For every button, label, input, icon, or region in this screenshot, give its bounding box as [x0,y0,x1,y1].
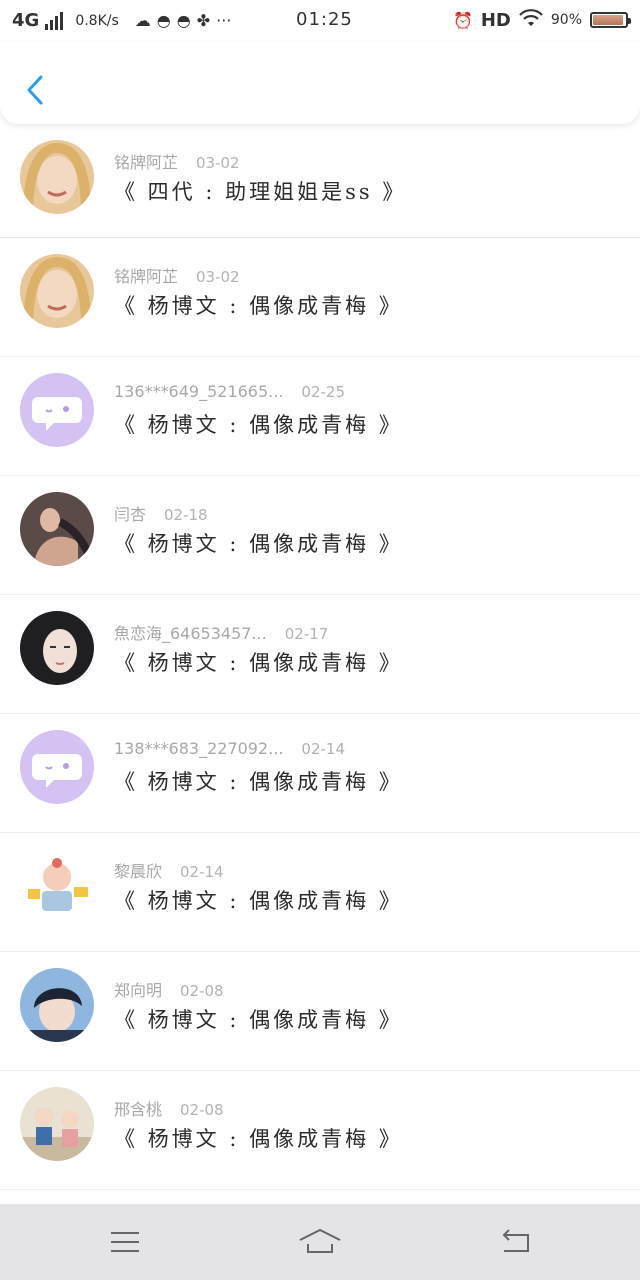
avatar[interactable] [20,1087,94,1161]
network-type: 4G [12,10,40,31]
battery-icon [590,12,631,28]
notification-icons: ☁ ◓ ◓ ✤ ··· [135,11,232,30]
item-meta: 邢含桃 02-08 [114,1096,224,1120]
qq-icon: ◓ [156,11,171,30]
cloud-icon: ☁ [134,11,151,30]
avatar[interactable] [20,140,94,214]
fan-icon: ✤ [196,11,211,30]
avatar[interactable] [20,730,94,804]
item-date: 02-14 [180,863,224,881]
item-date: 03-02 [196,268,240,286]
item-meta: 136***649_521665... 02-25 [114,382,345,401]
book-title: 《 杨博文 : 偶像成青梅 》 [114,294,403,318]
book-title: 《 杨博文 : 偶像成青梅 》 [114,1008,403,1032]
item-date: 02-18 [164,506,208,524]
list-item[interactable]: 136***649_521665... 02-25 《 杨博文 : 偶像成青梅 … [0,357,640,476]
list-item[interactable]: 铭牌阿芷 03-02 《 四代 : 助理姐姐是ss 》 [0,124,640,238]
back-button[interactable] [20,70,50,110]
user-name: 铭牌阿芷 [114,267,179,286]
user-name: 魚恋海_64653457... [114,624,267,643]
item-date: 02-14 [301,740,346,758]
user-name: 闫杏 [114,505,147,524]
chevron-left-icon [27,75,43,105]
status-left: 4G 0.8K/s ☁ ◓ ◓ ✤ ··· [12,10,231,31]
list-item[interactable]: 闫杏 02-18 《 杨博文 : 偶像成青梅 》 [0,476,640,595]
user-name: 郑向明 [114,981,163,1000]
item-meta: 闫杏 02-18 [114,501,208,525]
clock: 01:25 [296,9,353,30]
wifi-icon [519,9,543,31]
more-icon: ··· [216,11,232,30]
item-date: 03-02 [196,154,240,172]
item-meta: 铭牌阿芷 03-02 [114,149,240,173]
item-meta: 黎晨欣 02-14 [114,858,224,882]
user-name: 136***649_521665... [114,382,284,401]
item-date: 02-17 [284,625,329,643]
item-date: 02-25 [301,383,346,401]
home-button[interactable] [298,1224,342,1260]
hd-indicator: HD [480,9,511,31]
qq-icon: ◓ [176,11,191,30]
item-meta: 郑向明 02-08 [114,977,224,1001]
item-meta: 铭牌阿芷 03-02 [114,263,240,287]
item-date: 02-08 [180,982,224,1000]
avatar[interactable] [20,254,94,328]
user-name: 138***683_227092... [114,739,284,758]
list-item[interactable]: 魚恋海_64653457... 02-17 《 杨博文 : 偶像成青梅 》 [0,595,640,714]
list-item[interactable]: 邢含桃 02-08 《 杨博文 : 偶像成青梅 》 [0,1071,640,1190]
status-bar: 4G 0.8K/s ☁ ◓ ◓ ✤ ··· 01:25 ⏰ HD 90% [0,0,640,42]
menu-icon [111,1232,139,1252]
avatar[interactable] [20,849,94,923]
book-title: 《 杨博文 : 偶像成青梅 》 [114,1127,403,1151]
signal-icon [45,11,64,30]
network-speed: 0.8K/s [75,12,119,29]
item-date: 02-08 [180,1101,224,1119]
book-title: 《 杨博文 : 偶像成青梅 》 [114,889,403,913]
user-name: 铭牌阿芷 [114,153,179,172]
item-meta: 138***683_227092... 02-14 [114,739,345,758]
list-item[interactable]: 郑向明 02-08 《 杨博文 : 偶像成青梅 》 [0,952,640,1071]
system-nav-bar [0,1204,640,1280]
book-title: 《 杨博文 : 偶像成青梅 》 [114,413,403,437]
header-bar [0,42,640,124]
book-title: 《 杨博文 : 偶像成青梅 》 [114,651,403,675]
alarm-icon: ⏰ [452,10,473,30]
back-nav-button[interactable] [493,1224,537,1260]
avatar[interactable] [20,492,94,566]
home-icon [299,1228,341,1253]
book-title: 《 杨博文 : 偶像成青梅 》 [114,532,403,556]
list-item[interactable]: 138***683_227092... 02-14 《 杨博文 : 偶像成青梅 … [0,714,640,833]
book-title: 《 杨博文 : 偶像成青梅 》 [114,770,403,794]
user-name: 邢含桃 [114,1100,163,1119]
user-name: 黎晨欣 [114,862,163,881]
menu-button[interactable] [103,1224,147,1260]
item-meta: 魚恋海_64653457... 02-17 [114,620,328,644]
message-list: 铭牌阿芷 03-02 《 四代 : 助理姐姐是ss 》 铭牌阿芷 03-02 《… [0,124,640,1190]
list-item[interactable]: 铭牌阿芷 03-02 《 杨博文 : 偶像成青梅 》 [0,238,640,357]
battery-percent: 90% [550,12,582,28]
back-icon [502,1229,529,1252]
book-title: 《 四代 : 助理姐姐是ss 》 [114,180,407,204]
list-item[interactable]: 黎晨欣 02-14 《 杨博文 : 偶像成青梅 》 [0,833,640,952]
avatar[interactable] [20,611,94,685]
avatar[interactable] [20,968,94,1042]
avatar[interactable] [20,373,94,447]
status-right: ⏰ HD 90% [452,9,631,31]
